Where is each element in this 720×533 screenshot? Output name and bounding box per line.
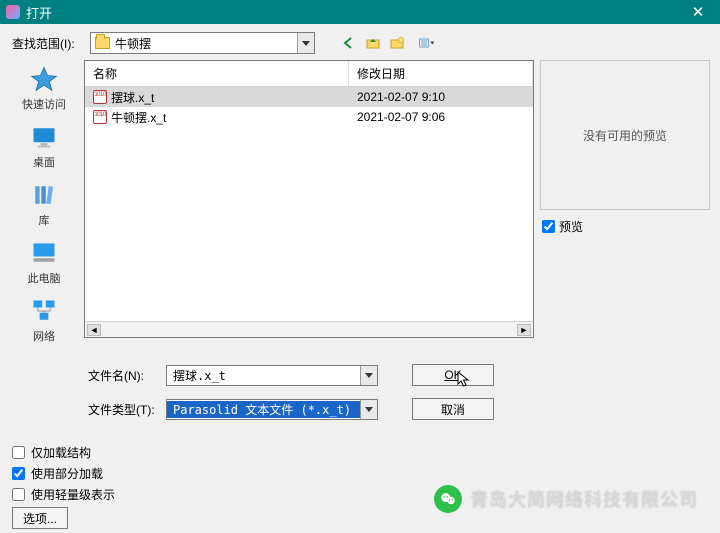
place-libraries-label: 库 [14,212,74,228]
network-icon [27,296,61,326]
opt-partial-load-row[interactable]: 使用部分加载 [12,465,720,482]
place-quickaccess-label: 快速访问 [14,96,74,112]
place-quickaccess[interactable]: 快速访问 [14,64,74,112]
scroll-left-icon[interactable]: ◄ [87,324,101,336]
col-date[interactable]: 修改日期 [349,61,533,86]
new-folder-icon[interactable] [387,33,407,53]
close-button[interactable]: ✕ [682,1,714,23]
body: 快速访问 桌面 库 此电脑 网络 名 [0,60,720,354]
lookin-folder-name: 牛顿摆 [115,35,151,52]
thispc-icon [27,238,61,268]
file-list-rows[interactable]: 摆球.x_t 2021-02-07 9:10 牛顿摆.x_t 2021-02-0… [85,87,533,321]
filetype-value: Parasolid 文本文件 (*.x_t) [167,401,360,418]
filename-value[interactable]: 摆球.x_t [167,367,360,384]
file-row[interactable]: 摆球.x_t 2021-02-07 9:10 [85,87,533,107]
file-icon [93,110,107,124]
window-title: 打开 [26,3,682,22]
options-button-label: 选项... [23,510,57,527]
filename-row: 文件名(N): 摆球.x_t OK [0,354,720,388]
filename-label: 文件名(N): [88,367,158,384]
preview-panel: 没有可用的预览 预览 [540,60,710,354]
file-list-header: 名称 修改日期 [85,61,533,87]
star-icon [27,64,61,94]
cancel-button-label: 取消 [441,401,465,418]
filetype-label: 文件类型(T): [88,401,158,418]
opt-lightweight-checkbox[interactable] [12,488,25,501]
back-icon[interactable] [339,33,359,53]
place-thispc[interactable]: 此电脑 [14,238,74,286]
opt-partial-load-checkbox[interactable] [12,467,25,480]
file-row[interactable]: 牛顿摆.x_t 2021-02-07 9:06 [85,107,533,127]
places-sidebar: 快速访问 桌面 库 此电脑 网络 [10,60,78,354]
filetype-dropdown-arrow[interactable] [360,400,377,419]
file-name: 摆球.x_t [111,89,154,106]
app-icon [6,5,20,19]
scroll-right-icon[interactable]: ► [517,324,531,336]
opt-only-struct-label: 仅加载结构 [31,444,91,461]
cancel-button[interactable]: 取消 [412,398,494,420]
horizontal-scrollbar[interactable]: ◄ ► [85,321,533,337]
place-network-label: 网络 [14,328,74,344]
preview-checkbox-label: 预览 [559,218,583,235]
col-name[interactable]: 名称 [85,61,349,86]
opt-lightweight-label: 使用轻量级表示 [31,486,115,503]
place-libraries[interactable]: 库 [14,180,74,228]
nav-toolbar [339,33,443,53]
ok-button[interactable]: OK [412,364,494,386]
watermark-text: 青岛大简网络科技有限公司 [470,486,698,512]
titlebar: 打开 ✕ [0,0,720,24]
filename-dropdown-arrow[interactable] [360,366,377,385]
up-folder-icon[interactable] [363,33,383,53]
preview-checkbox-row[interactable]: 预览 [540,218,710,235]
file-name: 牛顿摆.x_t [111,109,166,126]
place-desktop[interactable]: 桌面 [14,122,74,170]
preview-empty-text: 没有可用的预览 [583,127,667,144]
watermark: 青岛大简网络科技有限公司 [434,485,698,513]
folder-icon [95,37,110,49]
opt-partial-load-label: 使用部分加载 [31,465,103,482]
file-date: 2021-02-07 9:06 [349,110,533,124]
file-list: 名称 修改日期 摆球.x_t 2021-02-07 9:10 牛顿摆.x_t 2… [84,60,534,338]
lookin-row: 查找范围(I): 牛顿摆 [0,24,720,60]
place-desktop-label: 桌面 [14,154,74,170]
preview-checkbox[interactable] [542,220,555,233]
view-menu-icon[interactable] [411,33,443,53]
lookin-dropdown-arrow[interactable] [297,33,314,53]
lookin-label: 查找范围(I): [12,35,84,52]
lookin-select[interactable]: 牛顿摆 [90,32,315,54]
filetype-row: 文件类型(T): Parasolid 文本文件 (*.x_t) 取消 [0,388,720,422]
ok-button-label: OK [444,368,461,382]
options-button[interactable]: 选项... [12,507,68,529]
place-thispc-label: 此电脑 [14,270,74,286]
desktop-icon [27,122,61,152]
file-icon [93,90,107,104]
opt-only-struct-row[interactable]: 仅加载结构 [12,444,720,461]
wechat-icon [434,485,462,513]
file-date: 2021-02-07 9:10 [349,90,533,104]
opt-only-struct-checkbox[interactable] [12,446,25,459]
filename-combo[interactable]: 摆球.x_t [166,365,378,386]
place-network[interactable]: 网络 [14,296,74,344]
libraries-icon [27,180,61,210]
preview-box: 没有可用的预览 [540,60,710,210]
filetype-combo[interactable]: Parasolid 文本文件 (*.x_t) [166,399,378,420]
